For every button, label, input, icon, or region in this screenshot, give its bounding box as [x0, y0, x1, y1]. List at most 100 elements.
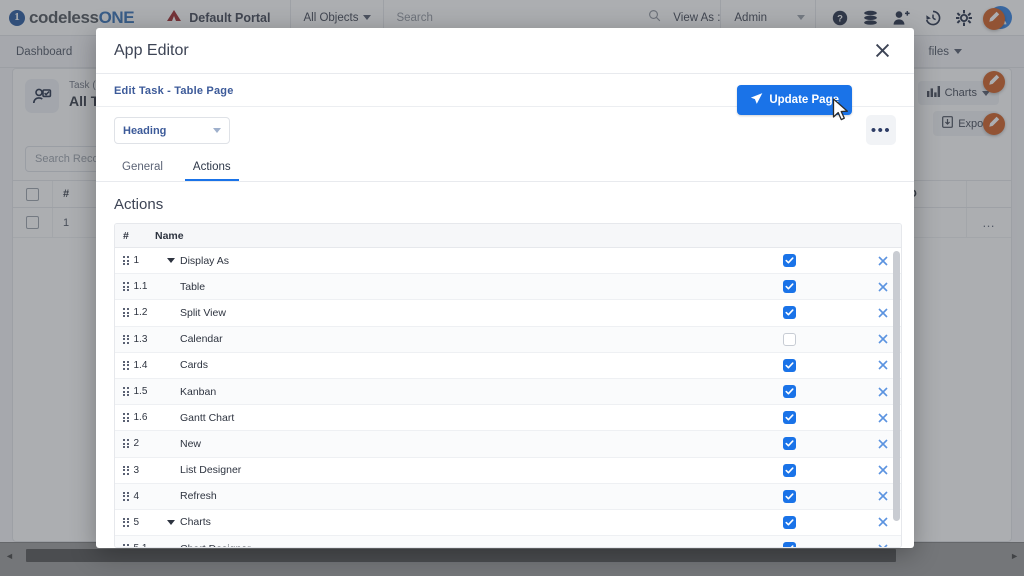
app-editor-dialog: App Editor Edit Task - Table Page Headin…	[96, 28, 914, 548]
row-name-label: Charts	[180, 516, 211, 529]
row-enabled-checkbox[interactable]	[745, 254, 865, 268]
send-icon	[750, 92, 763, 108]
editor-tabs: General Actions	[96, 154, 914, 182]
close-small-icon	[878, 308, 888, 318]
collapse-triangle-icon[interactable]	[167, 519, 175, 525]
row-name-label: Cards	[180, 359, 209, 372]
close-small-icon	[878, 334, 888, 344]
row-name: Cards	[155, 359, 745, 371]
close-icon[interactable]	[869, 37, 896, 64]
row-index: 1	[133, 255, 140, 267]
column-header-name: Name	[155, 229, 184, 242]
tab-actions[interactable]: Actions	[184, 154, 239, 181]
table-row[interactable]: 1.6 Gantt Chart	[115, 405, 901, 432]
table-row[interactable]: 1.5 Kanban	[115, 378, 901, 406]
row-name: Display As	[155, 255, 745, 267]
table-row[interactable]: 1.2 Split View	[115, 300, 901, 327]
row-enabled-checkbox[interactable]	[745, 306, 865, 320]
row-name-label: Refresh	[180, 490, 217, 503]
drag-handle-icon[interactable]: 1.3	[115, 334, 155, 345]
row-index: 1.1	[133, 281, 148, 293]
row-name: Refresh	[155, 490, 745, 502]
element-select-value: Heading	[123, 124, 167, 137]
table-row[interactable]: 1.3 Calendar	[115, 326, 901, 353]
close-small-icon	[878, 256, 888, 266]
table-row[interactable]: 1.4 Cards	[115, 353, 901, 379]
close-small-icon	[878, 491, 888, 501]
row-enabled-checkbox[interactable]	[745, 280, 865, 294]
row-name: List Designer	[155, 464, 745, 476]
drag-handle-icon[interactable]: 3	[115, 465, 155, 476]
drag-handle-icon[interactable]: 5.1	[115, 543, 155, 547]
row-name: Kanban	[155, 386, 745, 398]
column-header-index: #	[123, 229, 129, 242]
row-name-label: Split View	[180, 306, 226, 319]
collapse-triangle-icon[interactable]	[167, 258, 175, 264]
row-enabled-checkbox[interactable]	[745, 411, 865, 425]
row-index: 1.6	[133, 412, 148, 424]
row-name-label: Calendar	[180, 333, 223, 346]
drag-handle-icon[interactable]: 1.5	[115, 386, 155, 397]
drag-handle-icon[interactable]: 1.2	[115, 307, 155, 318]
drag-handle-icon[interactable]: 1	[115, 255, 155, 266]
row-name-label: Table	[180, 280, 206, 293]
chevron-down-icon	[213, 128, 221, 133]
row-index: 1.4	[133, 359, 148, 371]
row-name-label: Gantt Chart	[180, 411, 235, 424]
row-name: Table	[155, 281, 745, 293]
dialog-header: App Editor	[96, 28, 914, 74]
close-small-icon	[878, 544, 888, 547]
drag-handle-icon[interactable]: 5	[115, 517, 155, 528]
table-row[interactable]: 1.1 Table	[115, 274, 901, 301]
row-enabled-checkbox[interactable]	[745, 515, 865, 529]
row-name-label: Kanban	[180, 385, 217, 398]
more-options-label: •••	[870, 121, 892, 139]
more-options-button[interactable]: •••	[866, 115, 896, 145]
row-name-label: List Designer	[180, 464, 242, 477]
row-name: New	[155, 438, 745, 450]
row-name: Charts	[155, 516, 745, 528]
drag-handle-icon[interactable]: 1.1	[115, 281, 155, 292]
table-row[interactable]: 2 New	[115, 431, 901, 458]
update-page-label: Update Page	[769, 94, 839, 106]
actions-table: # Name 1 Display As 1.1 Table 1.2 Split View 1…	[114, 223, 902, 548]
row-index: 1.3	[133, 333, 148, 345]
table-row[interactable]: 4 Refresh	[115, 483, 901, 510]
row-enabled-checkbox[interactable]	[745, 437, 865, 451]
drag-handle-icon[interactable]: 2	[115, 438, 155, 449]
drag-handle-icon[interactable]: 1.4	[115, 360, 155, 371]
row-enabled-checkbox[interactable]	[745, 358, 865, 372]
row-name: Split View	[155, 307, 745, 319]
row-index: 1.5	[133, 386, 148, 398]
table-row[interactable]: 1 Display As	[115, 248, 901, 275]
table-row[interactable]: 3 List Designer	[115, 458, 901, 484]
element-select[interactable]: Heading	[114, 117, 230, 144]
row-enabled-checkbox[interactable]	[745, 463, 865, 477]
close-small-icon	[878, 360, 888, 370]
row-name: Gantt Chart	[155, 412, 745, 424]
row-enabled-checkbox[interactable]	[745, 385, 865, 399]
close-small-icon	[878, 517, 888, 528]
row-enabled-checkbox[interactable]	[745, 542, 865, 547]
drag-handle-icon[interactable]: 4	[115, 491, 155, 502]
table-row[interactable]: 5.1 Chart Designer	[115, 536, 901, 547]
scroll-thumb[interactable]	[893, 251, 900, 521]
row-enabled-checkbox[interactable]	[745, 489, 865, 503]
row-index: 1.2	[133, 307, 148, 319]
section-title: Actions	[114, 196, 164, 213]
update-page-button[interactable]: Update Page	[737, 85, 852, 115]
close-small-icon	[878, 465, 888, 475]
row-index: 4	[133, 490, 140, 502]
drag-handle-icon[interactable]: 1.6	[115, 412, 155, 423]
tab-general[interactable]: General	[114, 154, 171, 181]
row-name: Chart Designer	[155, 543, 745, 547]
table-row[interactable]: 5 Charts	[115, 510, 901, 537]
row-enabled-checkbox[interactable]	[745, 332, 865, 346]
row-index: 3	[133, 464, 140, 476]
row-name: Calendar	[155, 333, 745, 345]
row-index: 5.1	[134, 543, 148, 547]
row-index: 2	[133, 438, 140, 450]
actions-list-scrollbar[interactable]	[893, 247, 900, 546]
close-small-icon	[878, 386, 888, 397]
row-name-label: Chart Designer	[180, 543, 251, 547]
